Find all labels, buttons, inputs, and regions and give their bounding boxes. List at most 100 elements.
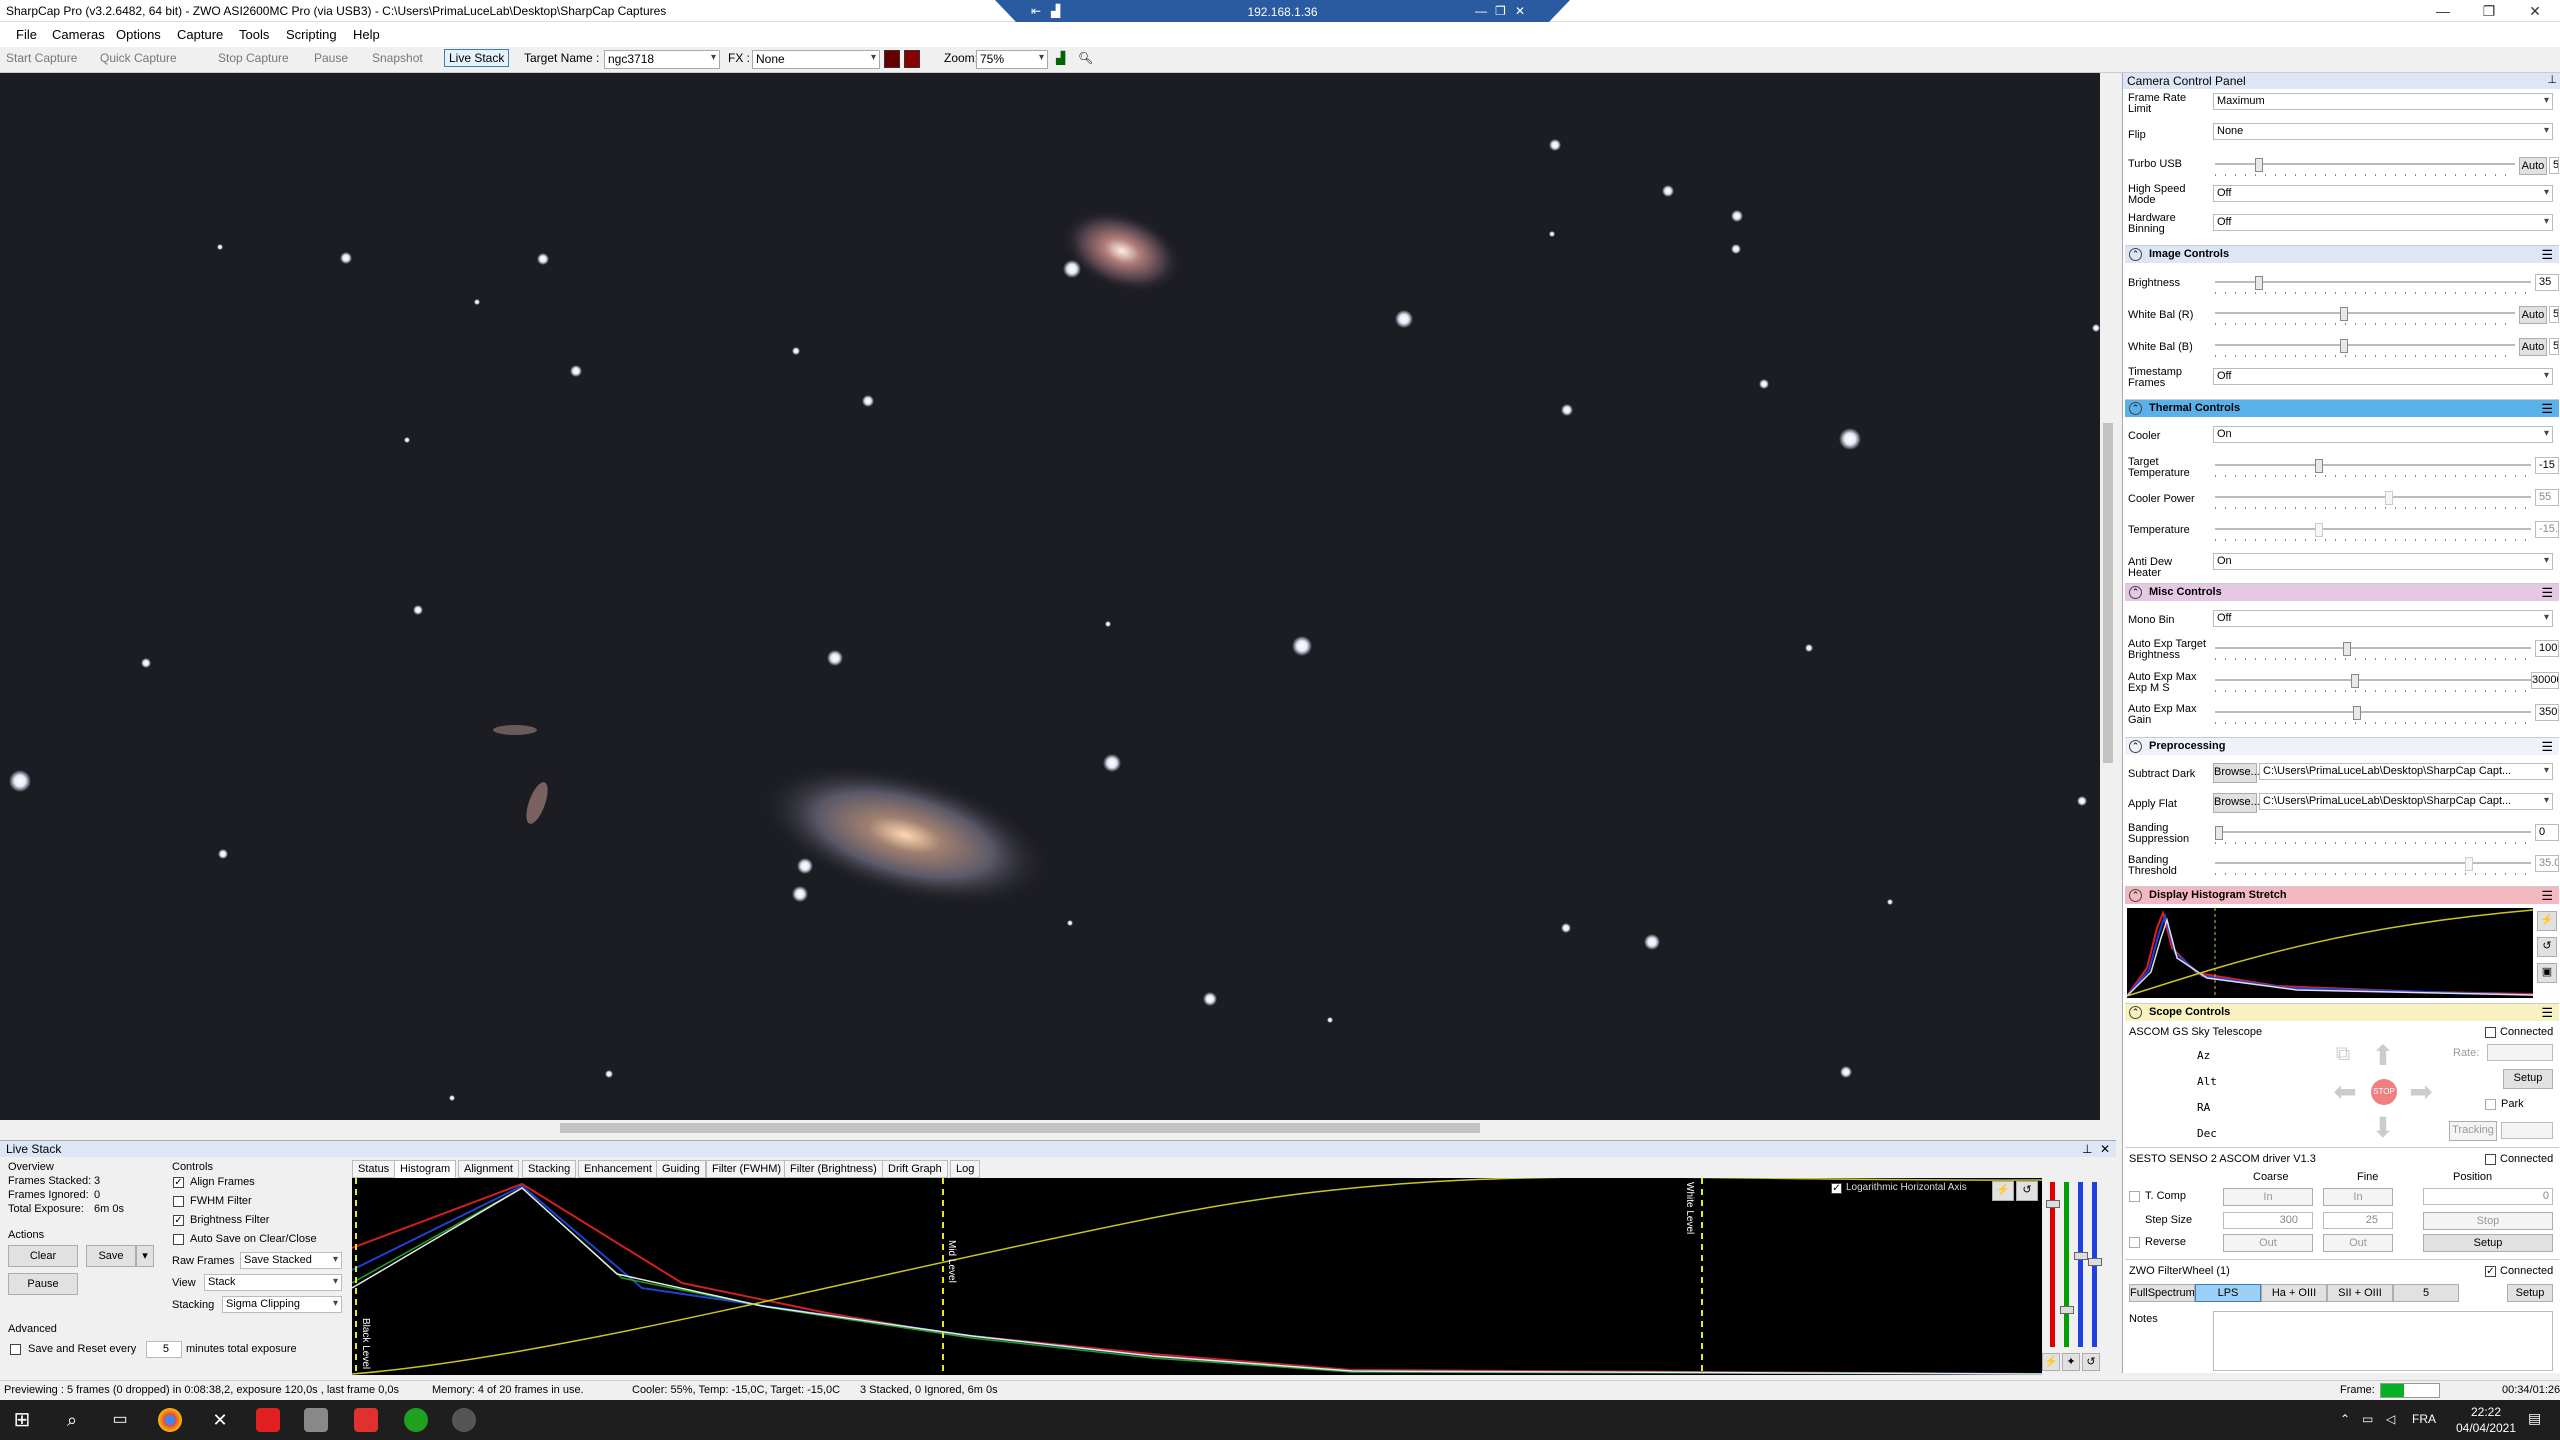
misc-controls-header[interactable]: ⌃ Misc Controls ☰ [2125, 583, 2559, 601]
start-capture-button[interactable]: Start Capture [6, 51, 77, 65]
tab-guiding[interactable]: Guiding [656, 1160, 706, 1178]
sharpcap-icon[interactable] [256, 1408, 280, 1432]
app-icon[interactable] [354, 1408, 378, 1432]
clear-button[interactable]: Clear [8, 1245, 78, 1267]
close-button[interactable]: ✕ [2512, 0, 2558, 22]
pause-stack-button[interactable]: Pause [8, 1273, 78, 1295]
scope-connected-checkbox[interactable] [2485, 1027, 2496, 1038]
collapse-icon[interactable]: ⌃ [2129, 1006, 2142, 1019]
horizontal-scroll-thumb[interactable] [560, 1123, 1480, 1133]
app-icon[interactable] [452, 1408, 476, 1432]
view-select[interactable]: Stack [204, 1274, 342, 1291]
remote-minimize-icon[interactable]: — [1475, 4, 1487, 18]
close-panel-icon[interactable]: ✕ [2100, 1142, 2110, 1156]
menu-file[interactable]: File [16, 27, 37, 42]
filter-5-button[interactable]: 5 [2393, 1284, 2459, 1302]
collapse-icon[interactable]: ⌃ [2129, 740, 2142, 753]
collapse-icon[interactable]: ⌃ [2129, 402, 2142, 415]
pin-icon[interactable]: ⊥ [2547, 73, 2557, 86]
stacking-select[interactable]: Sigma Clipping [222, 1296, 342, 1313]
section-menu-icon[interactable]: ☰ [2541, 585, 2553, 601]
vertical-scrollbar[interactable] [2100, 73, 2116, 1120]
remote-restore-icon[interactable]: ❐ [1495, 4, 1506, 18]
search-icon[interactable]: ⌕ [60, 1408, 84, 1432]
menu-capture[interactable]: Capture [177, 27, 223, 42]
thermal-controls-header[interactable]: ⌃ Thermal Controls ☰ [2125, 399, 2559, 417]
fine-step-input[interactable]: 25 [2323, 1212, 2393, 1229]
snapshot-button[interactable]: Snapshot [372, 51, 423, 65]
chrome-icon[interactable] [158, 1408, 182, 1432]
apply-flat-browse-button[interactable]: Browse... [2213, 793, 2260, 813]
section-menu-icon[interactable]: ☰ [2541, 401, 2553, 417]
tab-alignment[interactable]: Alignment [458, 1160, 519, 1178]
target-temperature-slider[interactable] [2215, 459, 2531, 477]
scope-setup-button[interactable]: Setup [2503, 1069, 2553, 1089]
tab-histogram[interactable]: Histogram [394, 1160, 457, 1178]
stretch-histogram[interactable] [2126, 908, 2534, 998]
focuser-setup-button[interactable]: Setup [2423, 1234, 2553, 1252]
white-bal-r-value[interactable]: 50 [2549, 306, 2559, 323]
volume-icon[interactable]: ◁ [2386, 1412, 2395, 1426]
green-level-handle[interactable] [2060, 1306, 2074, 1314]
remote-close-icon[interactable]: ✕ [1515, 4, 1525, 18]
arrow-left-icon[interactable]: ⬅ [2329, 1075, 2361, 1107]
cooler-select[interactable]: On [2213, 426, 2553, 443]
timestamp-frames-select[interactable]: Off [2213, 368, 2553, 385]
app-icon[interactable] [404, 1408, 428, 1432]
mono-bin-select[interactable]: Off [2213, 610, 2553, 627]
save-reset-checkbox[interactable] [10, 1344, 21, 1355]
white-bal-r-slider[interactable] [2215, 307, 2515, 325]
target-temperature-value[interactable]: -15 [2535, 457, 2559, 474]
stretch-auto-icon[interactable]: ⚡ [2537, 911, 2557, 931]
auto-exp-max-exp-slider[interactable] [2215, 674, 2531, 692]
red-level-handle[interactable] [2046, 1200, 2060, 1208]
menu-tools[interactable]: Tools [239, 27, 269, 42]
turbo-auto-button[interactable]: Auto [2519, 157, 2547, 175]
auto-save-checkbox[interactable] [173, 1234, 184, 1245]
menu-scripting[interactable]: Scripting [286, 27, 337, 42]
collapse-icon[interactable]: ⌃ [2129, 586, 2142, 599]
magnifier-icon[interactable]: 🔍︎ [1078, 51, 1093, 65]
fx-select[interactable]: None [752, 50, 880, 69]
arrow-right-icon[interactable]: ➡ [2405, 1075, 2437, 1107]
section-menu-icon[interactable]: ☰ [2541, 888, 2553, 904]
filter-lps-button[interactable]: LPS [2195, 1284, 2261, 1302]
auto-exp-max-gain-value[interactable]: 350 [2535, 704, 2559, 721]
tray-up-icon[interactable]: ⌃ [2340, 1412, 2350, 1426]
notes-textarea[interactable] [2213, 1311, 2553, 1371]
log-axis-checkbox[interactable]: ✓ [1831, 1183, 1842, 1194]
white-bal-r-auto-button[interactable]: Auto [2519, 306, 2547, 324]
green-level-bar[interactable] [2064, 1182, 2069, 1347]
collapse-icon[interactable]: ⌃ [2129, 248, 2142, 261]
subtract-dark-path[interactable]: C:\Users\PrimaLuceLab\Desktop\SharpCap C… [2259, 763, 2553, 780]
apply-flat-path[interactable]: C:\Users\PrimaLuceLab\Desktop\SharpCap C… [2259, 793, 2553, 810]
stop-slew-button[interactable]: STOP [2371, 1079, 2397, 1105]
levels-lock-icon[interactable]: ✦ [2062, 1353, 2080, 1371]
target-name-input[interactable]: ngc3718 [604, 50, 720, 69]
filterwheel-connected-checkbox[interactable]: ✓ [2485, 1266, 2496, 1277]
image-viewer[interactable] [0, 73, 2100, 1120]
histogram-reset-icon[interactable]: ↺ [2016, 1181, 2038, 1201]
level-sliders[interactable]: ⚡ ✦ ↺ [2042, 1178, 2116, 1375]
preprocessing-header[interactable]: ⌃ Preprocessing ☰ [2125, 737, 2559, 755]
task-view-icon[interactable]: ▭ [108, 1408, 132, 1432]
auto-exp-target-value[interactable]: 100 [2535, 640, 2559, 657]
app-icon[interactable] [304, 1408, 328, 1432]
high-speed-mode-select[interactable]: Off [2213, 185, 2553, 202]
anti-dew-select[interactable]: On [2213, 553, 2553, 570]
tab-enhancement[interactable]: Enhancement [578, 1160, 658, 1178]
tab-filter-brightness[interactable]: Filter (Brightness) [784, 1160, 883, 1178]
hardware-binning-select[interactable]: Off [2213, 214, 2553, 231]
focuser-connected-checkbox[interactable] [2485, 1154, 2496, 1165]
arrow-up-icon[interactable]: ⬆ [2367, 1039, 2399, 1071]
clock-date[interactable]: 04/04/2021 [2446, 1421, 2526, 1435]
zoom-select[interactable]: 75% [976, 50, 1048, 69]
vertical-scroll-thumb[interactable] [2103, 423, 2113, 763]
maximize-button[interactable]: ❐ [2466, 0, 2512, 22]
blue-level-handle[interactable] [2074, 1252, 2088, 1260]
raw-frames-select[interactable]: Save Stacked [240, 1252, 342, 1269]
auto-exp-target-slider[interactable] [2215, 642, 2531, 660]
stretch-reset-icon[interactable]: ↺ [2537, 937, 2557, 957]
tab-status[interactable]: Status [352, 1160, 396, 1178]
tab-stacking[interactable]: Stacking [522, 1160, 577, 1178]
